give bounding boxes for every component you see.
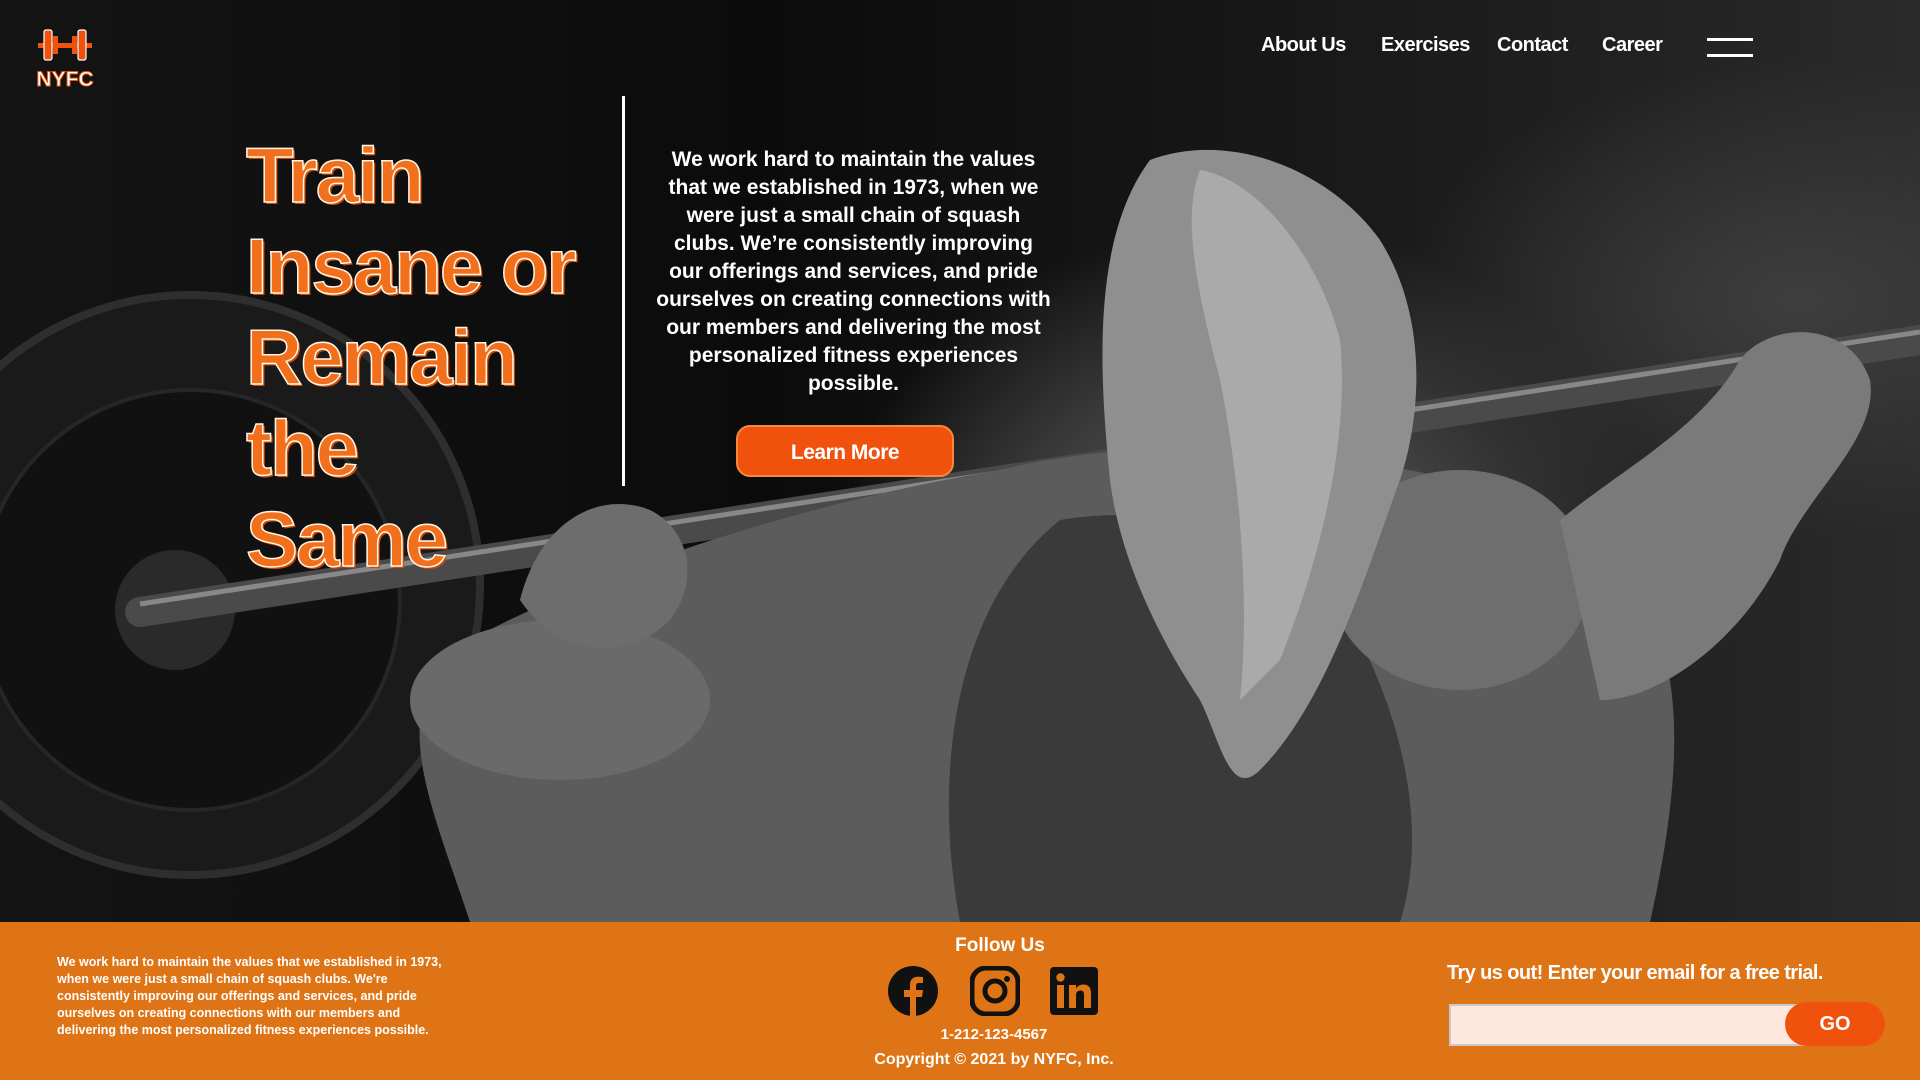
headline-line: the Same	[245, 403, 449, 584]
linkedin-icon[interactable]	[1049, 966, 1099, 1016]
headline-line: Remain	[245, 312, 518, 402]
headline-line: Train	[245, 130, 425, 220]
email-field[interactable]	[1449, 1004, 1811, 1046]
footer: We work hard to maintain the values that…	[0, 922, 1920, 1080]
hero-section: NYFC About Us Exercises Contact Career T…	[0, 0, 1920, 922]
footer-about-text: We work hard to maintain the values that…	[57, 955, 442, 1037]
nav-career[interactable]: Career	[1602, 34, 1663, 57]
hero-divider	[622, 96, 625, 486]
nav-contact[interactable]: Contact	[1497, 34, 1568, 57]
hero-headline: Train Insane or Remain the Same	[245, 130, 577, 585]
hero-intro-text: We work hard to maintain the values that…	[656, 148, 1051, 395]
logo-text: NYFC	[36, 68, 94, 92]
phone-number: 1-212-123-4567	[940, 1026, 1048, 1043]
instagram-icon[interactable]	[970, 966, 1020, 1016]
go-button[interactable]: GO	[1785, 1002, 1885, 1046]
nav-about-us[interactable]: About Us	[1261, 34, 1346, 57]
follow-us-label: Follow Us	[955, 935, 1045, 956]
free-trial-label: Try us out! Enter your email for a free …	[1447, 962, 1823, 984]
nyfc-logo[interactable]: NYFC	[36, 26, 94, 94]
hamburger-menu-icon[interactable]	[1707, 38, 1753, 60]
headline-line: Insane or	[245, 221, 577, 311]
learn-more-button[interactable]: Learn More	[736, 425, 954, 477]
copyright-text: Copyright © 2021 by NYFC, Inc.	[874, 1051, 1114, 1068]
nav-exercises[interactable]: Exercises	[1381, 34, 1470, 57]
dumbbell-icon	[38, 29, 92, 61]
facebook-icon[interactable]	[888, 966, 938, 1016]
